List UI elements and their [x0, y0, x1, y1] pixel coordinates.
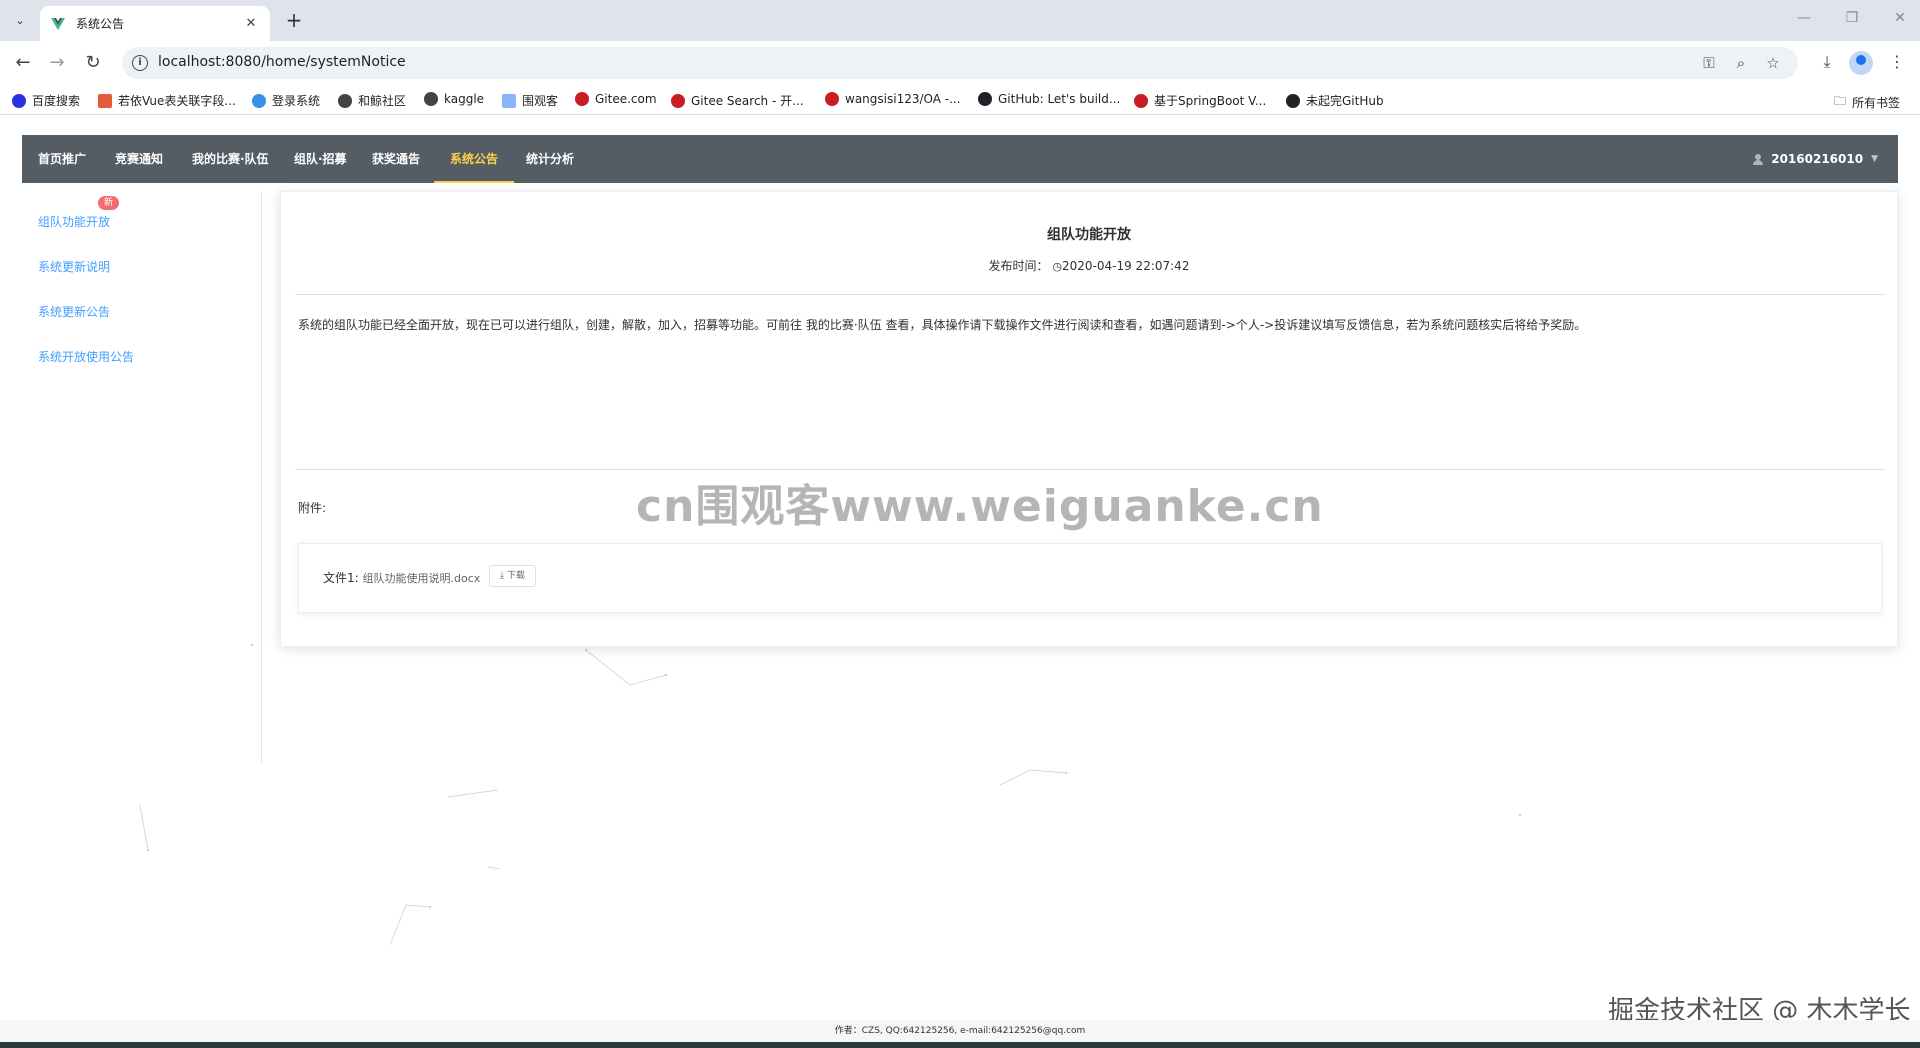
bookmark-item[interactable]: Gitee Search - 开... — [671, 92, 804, 109]
login-system-icon — [252, 93, 266, 108]
browser-tab-active[interactable]: 系统公告 ✕ — [40, 6, 270, 41]
github-icon — [1286, 93, 1300, 108]
nav-item-awards[interactable]: 获奖通告 — [356, 135, 436, 183]
user-menu[interactable]: 20160216010 ▼ — [1753, 135, 1878, 183]
page-content: 首页推广 竞赛通知 我的比赛·队伍 组队·招募 获奖通告 系统公告 统计分析 2… — [0, 115, 1920, 1048]
file-index-label: 文件1: — [323, 571, 359, 585]
file-name: 组队功能使用说明.docx — [362, 572, 481, 585]
bookmark-item[interactable]: 和鲸社区 — [338, 92, 406, 109]
bookmark-item[interactable]: 未起完GitHub — [1286, 92, 1384, 109]
bookmark-item[interactable]: 基于SpringBoot V... — [1134, 92, 1266, 109]
github-icon — [978, 92, 992, 106]
window-close-icon[interactable]: ✕ — [1890, 10, 1910, 26]
time-label: 发布时间： — [988, 259, 1049, 273]
bookmark-item[interactable]: 登录系统 — [252, 92, 320, 109]
browser-tabstrip: ⌄ 系统公告 ✕ + — ❐ ✕ — [0, 0, 1920, 41]
footer: 作者：CZS, QQ:642125256, e-mail:642125256@q… — [0, 1020, 1920, 1042]
tab-close-icon[interactable]: ✕ — [242, 16, 260, 31]
menu-kebab-icon[interactable]: ⋮ — [1886, 52, 1908, 71]
baidu-icon — [12, 93, 26, 108]
gitee-icon — [1134, 93, 1148, 108]
bookmark-item[interactable]: 若依Vue表关联字段... — [98, 92, 236, 109]
nav-item-competition-notice[interactable]: 竞赛通知 — [99, 135, 179, 183]
download-label: 下载 — [506, 571, 525, 581]
user-icon — [1753, 153, 1764, 165]
site-watermark: cn围观客www.weiguanke.cn — [636, 481, 1324, 532]
sidebar-item-team-open[interactable]: 组队功能开放 — [38, 213, 110, 230]
download-icon: ⤓ — [500, 571, 504, 581]
chevron-down-icon: ▼ — [1871, 154, 1878, 164]
sidebar-item-update-notes[interactable]: 系统更新说明 — [38, 258, 110, 275]
tab-title: 系统公告 — [76, 17, 125, 31]
minimize-icon[interactable]: — — [1794, 10, 1814, 26]
bookmark-item[interactable]: wangsisi123/OA -... — [825, 92, 961, 106]
new-badge: 新 — [98, 196, 120, 210]
taskbar-strip — [0, 1042, 1920, 1048]
restore-icon[interactable]: ❐ — [1842, 10, 1862, 26]
gitee-icon — [825, 92, 839, 106]
top-nav-menu: 首页推广 竞赛通知 我的比赛·队伍 组队·招募 获奖通告 系统公告 统计分析 2… — [22, 135, 1898, 183]
nav-item-my-competitions[interactable]: 我的比赛·队伍 — [176, 135, 285, 183]
reload-icon[interactable]: ↻ — [80, 50, 106, 76]
password-key-icon[interactable]: ⚿ — [1700, 54, 1718, 72]
profile-avatar-icon[interactable] — [1849, 51, 1873, 75]
time-value: 2020-04-19 22:07:42 — [1062, 259, 1190, 273]
notice-card: 组队功能开放 发布时间： ◷2020-04-19 22:07:42 系统的组队功… — [280, 191, 1898, 647]
attachment-label: 附件: — [298, 501, 327, 515]
url-text[interactable]: localhost:8080/home/systemNotice — [158, 54, 406, 70]
bookmark-item[interactable]: Gitee.com — [575, 92, 657, 106]
browser-toolbar: ← → ↻ i localhost:8080/home/systemNotice… — [0, 41, 1920, 85]
bookmark-item[interactable]: GitHub: Let's build... — [978, 92, 1120, 106]
sidebar-item-open-notice[interactable]: 系统开放使用公告 — [38, 348, 134, 365]
site-info-icon[interactable]: i — [132, 55, 148, 71]
sidebar-item-update-notice[interactable]: 系统更新公告 — [38, 303, 110, 320]
back-icon[interactable]: ← — [10, 50, 36, 76]
nav-item-statistics[interactable]: 统计分析 — [510, 135, 590, 183]
bookmark-item[interactable]: kaggle — [424, 92, 484, 106]
globe-icon — [338, 93, 352, 108]
page-icon — [502, 93, 516, 108]
divider — [295, 294, 1885, 295]
bookmark-item[interactable]: 围观客 — [502, 92, 558, 109]
attachment-box: 文件1: 组队功能使用说明.docx ⤓ 下载 — [298, 543, 1882, 613]
file-entry: 文件1: 组队功能使用说明.docx — [323, 569, 480, 586]
csdn-icon — [98, 93, 112, 108]
download-button[interactable]: ⤓ 下载 — [489, 565, 536, 587]
bookmark-star-icon[interactable]: ☆ — [1764, 54, 1782, 72]
globe-icon — [424, 92, 438, 106]
download-icon[interactable]: ⤓ — [1816, 52, 1838, 72]
clock-icon: ◷ — [1052, 260, 1062, 273]
nav-item-home[interactable]: 首页推广 — [22, 135, 102, 183]
all-bookmarks[interactable]: 🗀 所有书签 — [1834, 92, 1900, 113]
nav-item-system-notice[interactable]: 系统公告 — [434, 135, 515, 183]
folder-icon: 🗀 — [1834, 94, 1847, 108]
gitee-icon — [671, 93, 685, 108]
bookmarks-bar: 百度搜索 若依Vue表关联字段... 登录系统 和鲸社区 kaggle 围观客 … — [0, 85, 1920, 115]
notice-time: 发布时间： ◷2020-04-19 22:07:42 — [281, 257, 1897, 274]
vue-favicon-icon — [51, 17, 65, 30]
notice-title: 组队功能开放 — [1047, 227, 1131, 243]
username: 20160216010 — [1771, 152, 1864, 166]
gitee-icon — [575, 92, 589, 106]
tab-search-chevron-icon[interactable]: ⌄ — [8, 8, 32, 32]
nav-item-team-recruit[interactable]: 组队·招募 — [278, 135, 363, 183]
bookmark-item[interactable]: 百度搜索 — [12, 92, 80, 109]
new-tab-button[interactable]: + — [282, 8, 306, 32]
notice-sidebar: 新 组队功能开放 系统更新说明 系统更新公告 系统开放使用公告 — [22, 191, 262, 763]
notice-body: 系统的组队功能已经全面开放，现在已可以进行组队，创建，解散，加入，招募等功能。可… — [298, 318, 1587, 332]
zoom-icon[interactable]: ⌕ — [1732, 54, 1750, 72]
forward-icon[interactable]: → — [44, 50, 70, 76]
address-bar[interactable]: i localhost:8080/home/systemNotice ⚿ ⌕ ☆ — [122, 47, 1798, 79]
